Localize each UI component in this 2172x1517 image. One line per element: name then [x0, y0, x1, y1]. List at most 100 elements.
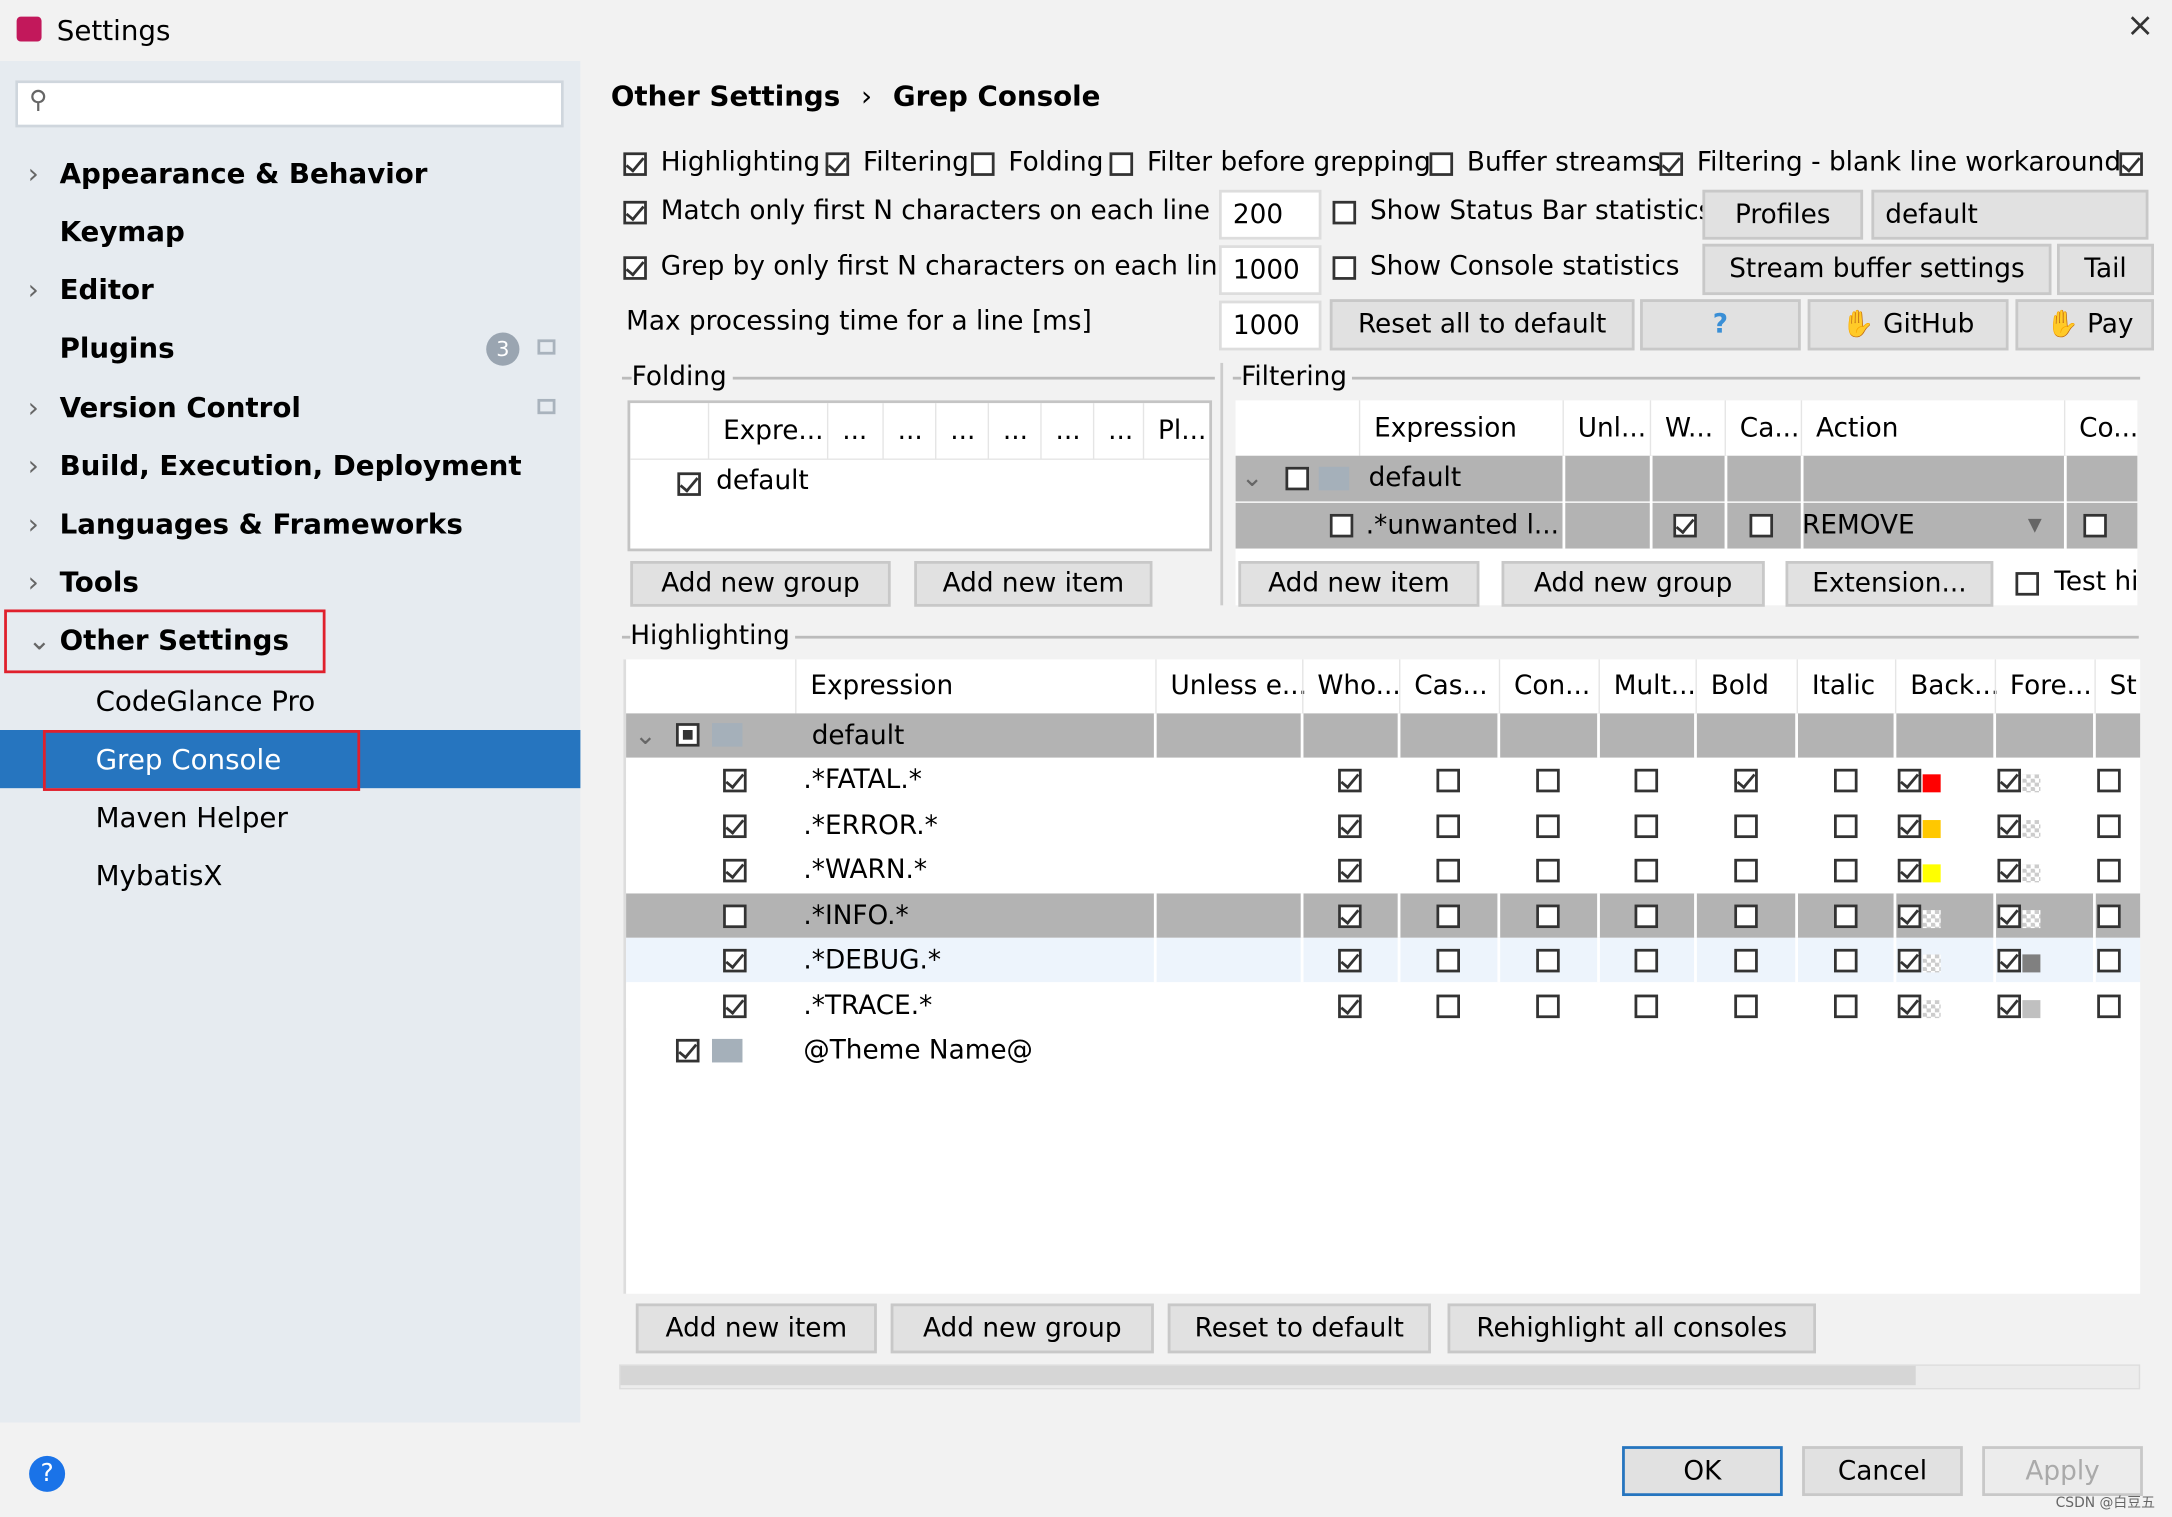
checkbox-filter-before-grepping[interactable] — [1109, 152, 1134, 176]
flag-checkbox[interactable] — [1634, 813, 1659, 838]
column-header[interactable]: ... — [1040, 403, 1093, 459]
checkbox-filtering[interactable] — [825, 152, 850, 176]
checkbox-folding[interactable] — [971, 152, 995, 176]
flag-checkbox[interactable] — [1997, 858, 2022, 883]
checkbox-filtering-blank-line-workaround[interactable] — [1659, 152, 1684, 176]
foreground-color-swatch[interactable] — [2022, 819, 2041, 838]
highlight-expression[interactable]: .*ERROR.* — [803, 803, 937, 847]
flag-checkbox[interactable] — [1897, 858, 1922, 883]
highlight-expression[interactable]: .*FATAL.* — [803, 758, 921, 802]
flag-checkbox[interactable] — [1897, 903, 1922, 928]
sidebar-item-plugins[interactable]: Plugins 3 — [0, 320, 580, 375]
highlighting-add-new-group-button[interactable]: Add new group — [890, 1303, 1154, 1354]
flag-checkbox[interactable] — [1833, 903, 1857, 928]
highlight-row[interactable]: .*INFO.* — [626, 892, 2141, 938]
row-enabled-checkbox[interactable] — [723, 903, 747, 928]
column-header[interactable]: Cas... — [1399, 659, 1499, 714]
max-time-input[interactable]: 1000 — [1218, 300, 1322, 351]
column-header[interactable]: ... — [935, 403, 988, 459]
sidebar-item-build-execution-deployment[interactable]: › Build, Execution, Deployment — [0, 438, 580, 493]
background-color-swatch[interactable] — [1922, 999, 1941, 1018]
flag-checkbox[interactable] — [1436, 768, 1461, 793]
highlighting-add-new-item-button[interactable]: Add new item — [635, 1303, 877, 1354]
flag-checkbox[interactable] — [1733, 948, 1758, 973]
grep-first-n-input[interactable]: 1000 — [1218, 245, 1322, 296]
flag-checkbox[interactable] — [1634, 858, 1659, 883]
status-bar-stats-checkbox[interactable] — [1332, 200, 1357, 225]
sidebar-item-maven-helper[interactable]: Maven Helper — [0, 788, 580, 846]
sidebar-item-keymap[interactable]: Keymap — [0, 204, 580, 259]
flag-checkbox[interactable] — [1338, 768, 1362, 793]
chevron-down-icon[interactable]: ⌄ — [1241, 456, 1263, 502]
highlight-row[interactable]: .*WARN.* — [626, 847, 2141, 893]
background-color-swatch[interactable] — [1922, 909, 1941, 928]
background-color-swatch[interactable] — [1922, 954, 1941, 973]
folding-group-checkbox[interactable] — [677, 472, 701, 496]
column-header[interactable]: ... — [987, 403, 1041, 459]
filtering-group-row[interactable]: ⌄ default — [1235, 455, 2138, 502]
sidebar-item-editor[interactable]: › Editor — [0, 262, 580, 317]
flag-checkbox[interactable] — [1634, 948, 1659, 973]
flag-checkbox[interactable] — [1436, 948, 1461, 973]
highlight-expression[interactable]: .*DEBUG.* — [803, 938, 941, 982]
checkbox-buffer-streams[interactable] — [1429, 152, 1454, 176]
filter-action-select[interactable]: REMOVE — [1802, 503, 1915, 549]
sidebar-item-tools[interactable]: › Tools — [0, 554, 580, 609]
column-header[interactable]: ... — [882, 403, 935, 459]
foreground-color-swatch[interactable] — [2022, 864, 2041, 883]
filter-case-checkbox[interactable] — [1749, 513, 1774, 538]
filter-enabled-checkbox[interactable] — [1329, 513, 1354, 538]
flag-checkbox[interactable] — [1833, 948, 1857, 973]
column-header[interactable]: ... — [826, 403, 882, 459]
tail-button[interactable]: Tail — [2057, 243, 2154, 296]
flag-checkbox[interactable] — [1833, 768, 1857, 793]
apply-button[interactable]: Apply — [1982, 1446, 2143, 1497]
sidebar-item-appearance-behavior[interactable]: › Appearance & Behavior — [0, 145, 580, 200]
dropdown-arrow-icon[interactable]: ▼ — [2028, 503, 2042, 549]
profile-select[interactable]: default — [1871, 189, 2149, 240]
column-header[interactable]: Expre... — [707, 403, 827, 459]
flag-checkbox[interactable] — [1733, 993, 1758, 1018]
flag-checkbox[interactable] — [1833, 858, 1857, 883]
highlight-row[interactable]: .*FATAL.* — [626, 757, 2141, 803]
extension-button[interactable]: Extension... — [1785, 561, 1994, 607]
filter-whole-checkbox[interactable] — [1673, 513, 1697, 538]
filter-continue-checkbox[interactable] — [2083, 513, 2107, 538]
filtering-add-item-button[interactable]: Add new item — [1238, 561, 1480, 607]
column-header[interactable]: ... — [1092, 403, 1143, 459]
flag-checkbox[interactable] — [1997, 813, 2022, 838]
flag-checkbox[interactable] — [1634, 768, 1659, 793]
column-header[interactable]: Who... — [1302, 659, 1401, 714]
flag-checkbox[interactable] — [1634, 903, 1659, 928]
column-header[interactable]: Expression — [1358, 400, 1563, 456]
flag-checkbox[interactable] — [2097, 948, 2121, 973]
column-header[interactable]: St — [2094, 659, 2140, 714]
column-header[interactable]: Co... — [2063, 400, 2138, 456]
chevron-down-icon[interactable]: ⌄ — [634, 713, 656, 757]
flag-checkbox[interactable] — [1733, 858, 1758, 883]
flag-checkbox[interactable] — [2097, 993, 2121, 1018]
flag-checkbox[interactable] — [1897, 813, 1922, 838]
stream-buffer-settings-button[interactable]: Stream buffer settings — [1702, 243, 2052, 296]
flag-checkbox[interactable] — [1436, 993, 1461, 1018]
github-button[interactable]: ✋ GitHub — [1807, 299, 2009, 351]
column-header[interactable]: Bold — [1695, 659, 1796, 714]
column-header[interactable]: W... — [1649, 400, 1725, 456]
flag-checkbox[interactable] — [1997, 948, 2022, 973]
flag-checkbox[interactable] — [2097, 768, 2121, 793]
folding-add-item-button[interactable]: Add new item — [914, 561, 1153, 607]
column-header[interactable]: Fore... — [1994, 659, 2095, 714]
flag-checkbox[interactable] — [1536, 948, 1560, 973]
flag-checkbox[interactable] — [1536, 993, 1560, 1018]
highlight-row[interactable]: .*DEBUG.* — [626, 937, 2141, 983]
row-enabled-checkbox[interactable] — [723, 948, 747, 973]
match-first-n-checkbox[interactable] — [623, 200, 647, 225]
row-enabled-checkbox[interactable] — [723, 813, 747, 838]
filtering-add-group-button[interactable]: Add new group — [1501, 561, 1765, 607]
sidebar-item-languages-frameworks[interactable]: › Languages & Frameworks — [0, 496, 580, 551]
sidebar-item-version-control[interactable]: › Version Control — [0, 380, 580, 435]
help-button[interactable]: ? — [29, 1455, 66, 1492]
reset-all-button[interactable]: Reset all to default — [1329, 299, 1635, 351]
scrollbar-thumb[interactable] — [620, 1365, 1916, 1386]
breadcrumb-parent[interactable]: Other Settings — [611, 79, 840, 112]
